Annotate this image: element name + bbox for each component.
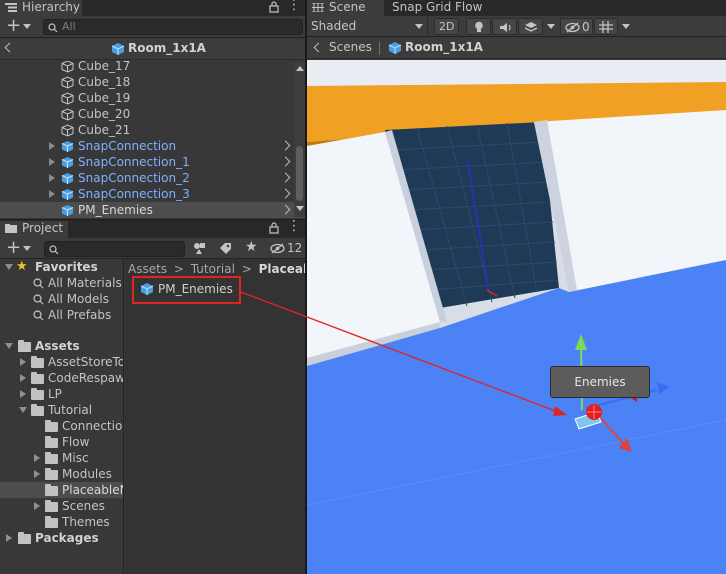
annotation-arrow: [240, 291, 567, 416]
